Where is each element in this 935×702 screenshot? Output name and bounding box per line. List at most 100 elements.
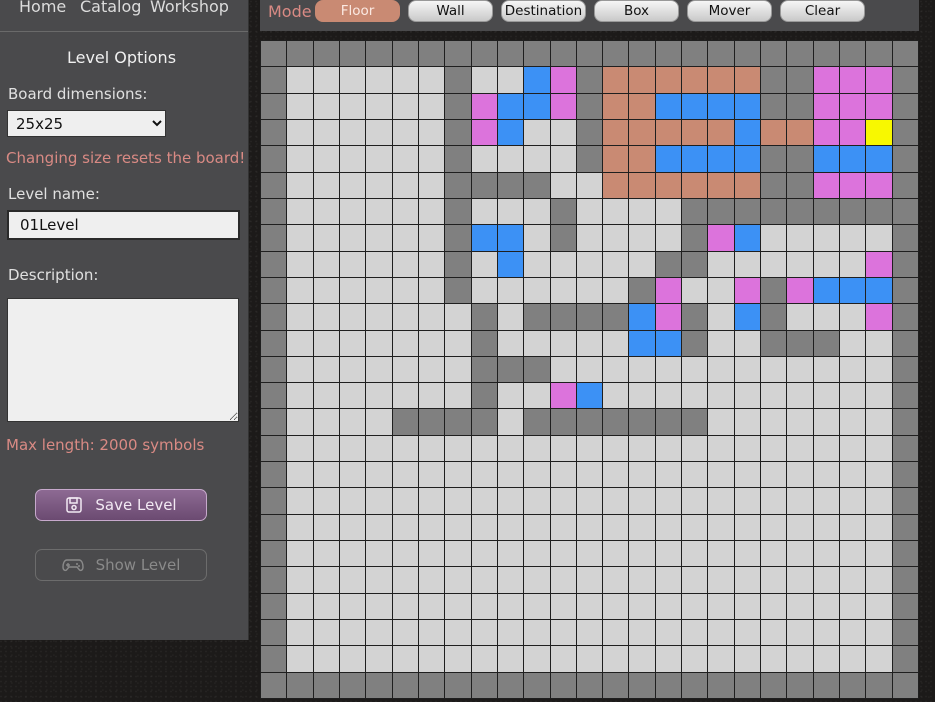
board-cell-wall[interactable] [787, 67, 813, 93]
board-cell-wall[interactable] [761, 146, 787, 172]
board-cell-wall[interactable] [261, 172, 287, 198]
board-cell-wall[interactable] [524, 41, 550, 67]
board-cell-floor[interactable] [603, 462, 629, 488]
board-cell-floor[interactable] [497, 435, 524, 462]
board-cell-floor[interactable] [576, 435, 603, 462]
board-cell-floor[interactable] [734, 383, 761, 409]
board-cell-floor[interactable] [366, 541, 392, 567]
board-cell-wall[interactable] [892, 304, 918, 330]
board-cell-destination[interactable] [813, 119, 840, 146]
board-cell-floor[interactable] [840, 435, 866, 462]
board-cell-floor[interactable] [734, 646, 761, 672]
board-cell-floor[interactable] [339, 277, 366, 304]
board-cell-floor[interactable] [550, 567, 576, 593]
board-cell-floor[interactable] [761, 646, 787, 672]
board-cell-floor[interactable] [524, 462, 550, 488]
board-cell-floor[interactable] [339, 198, 366, 225]
board-cell-floor[interactable] [445, 593, 471, 620]
board-cell-floor[interactable] [550, 593, 576, 620]
board-cell-wall[interactable] [787, 146, 813, 172]
board-cell-floor[interactable] [813, 488, 840, 514]
board-cell-destination[interactable] [866, 172, 892, 198]
board-cell-wall[interactable] [787, 41, 813, 67]
board-cell-floor[interactable] [603, 541, 629, 567]
description-textarea[interactable] [7, 298, 239, 422]
board-cell-floor[interactable] [471, 435, 497, 462]
board-cell-floor[interactable] [497, 304, 524, 330]
board-cell-floor[interactable] [313, 330, 339, 356]
board-cell-floor[interactable] [550, 277, 576, 304]
board-cell-floor[interactable] [708, 488, 734, 514]
board-cell-floor[interactable] [313, 93, 339, 119]
board-cell-floor[interactable] [603, 435, 629, 462]
board-cell-floor[interactable] [418, 277, 445, 304]
board-cell-floor[interactable] [339, 409, 366, 435]
board-cell-floor[interactable] [418, 514, 445, 541]
board-cell-wall[interactable] [471, 672, 497, 698]
board-cell-wall[interactable] [261, 488, 287, 514]
board-cell-wall[interactable] [261, 225, 287, 251]
board-cell-wall[interactable] [629, 672, 655, 698]
board-cell-wall[interactable] [761, 93, 787, 119]
board-cell-floor[interactable] [366, 146, 392, 172]
board-cell-box[interactable] [734, 225, 761, 251]
board-cell-floor[interactable] [787, 225, 813, 251]
board-cell-wall[interactable] [418, 41, 445, 67]
board-cell-floor[interactable] [603, 488, 629, 514]
board-cell-floor[interactable] [471, 541, 497, 567]
board-cell-floor[interactable] [866, 620, 892, 646]
board-cell-destination[interactable] [840, 67, 866, 93]
board-cell-wall[interactable] [761, 672, 787, 698]
board-cell-floor[interactable] [761, 409, 787, 435]
board-cell-wall[interactable] [445, 146, 471, 172]
board-cell-floor[interactable] [287, 356, 313, 383]
board-cell-wall[interactable] [682, 198, 708, 225]
board-cell-floor[interactable] [287, 225, 313, 251]
board-cell-floor[interactable] [366, 304, 392, 330]
board-cell-yellow[interactable] [866, 119, 892, 146]
board-cell-floor[interactable] [787, 593, 813, 620]
board-cell-floor[interactable] [761, 462, 787, 488]
board-cell-wall[interactable] [682, 251, 708, 277]
board-cell-wall[interactable] [682, 672, 708, 698]
board-cell-floor[interactable] [603, 225, 629, 251]
board-cell-floor[interactable] [418, 93, 445, 119]
board-cell-floor[interactable] [813, 435, 840, 462]
board-cell-wall[interactable] [550, 304, 576, 330]
board-cell-floor[interactable] [761, 225, 787, 251]
board-cell-destination[interactable] [655, 304, 682, 330]
board-cell-wall[interactable] [261, 383, 287, 409]
board-cell-mover[interactable] [603, 172, 629, 198]
board-cell-floor[interactable] [418, 567, 445, 593]
board-cell-floor[interactable] [866, 567, 892, 593]
board-cell-floor[interactable] [445, 356, 471, 383]
board-cell-floor[interactable] [313, 225, 339, 251]
board-cell-floor[interactable] [392, 330, 418, 356]
board-cell-wall[interactable] [576, 672, 603, 698]
board-cell-floor[interactable] [603, 383, 629, 409]
board-cell-floor[interactable] [576, 567, 603, 593]
board-cell-floor[interactable] [339, 146, 366, 172]
board-cell-floor[interactable] [392, 567, 418, 593]
board-cell-wall[interactable] [840, 198, 866, 225]
board-cell-wall[interactable] [445, 41, 471, 67]
board-cell-destination[interactable] [471, 119, 497, 146]
board-cell-wall[interactable] [418, 409, 445, 435]
board-cell-floor[interactable] [497, 146, 524, 172]
board-cell-floor[interactable] [497, 541, 524, 567]
board-cell-destination[interactable] [840, 172, 866, 198]
board-cell-mover[interactable] [629, 119, 655, 146]
board-cell-floor[interactable] [366, 277, 392, 304]
board-cell-floor[interactable] [603, 593, 629, 620]
board-cell-floor[interactable] [287, 146, 313, 172]
board-cell-box[interactable] [866, 277, 892, 304]
board-cell-floor[interactable] [576, 541, 603, 567]
board-cell-floor[interactable] [339, 356, 366, 383]
board-cell-floor[interactable] [787, 409, 813, 435]
board-cell-floor[interactable] [550, 541, 576, 567]
board-cell-floor[interactable] [471, 277, 497, 304]
board-cell-box[interactable] [655, 146, 682, 172]
board-cell-floor[interactable] [287, 330, 313, 356]
board-cell-destination[interactable] [866, 304, 892, 330]
board-cell-floor[interactable] [287, 488, 313, 514]
